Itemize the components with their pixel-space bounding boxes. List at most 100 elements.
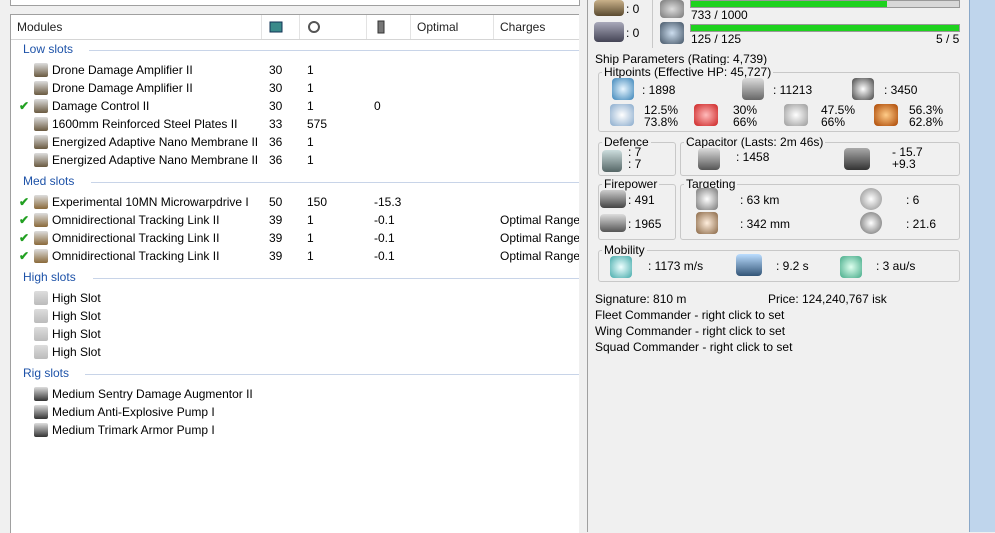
module-charge: Optimal Range S xyxy=(500,231,579,245)
module-capacitor: 0 xyxy=(374,99,381,113)
module-cpu: 36 xyxy=(269,135,283,149)
module-icon xyxy=(34,117,48,131)
warp-speed-icon xyxy=(840,256,862,278)
module-icon xyxy=(34,81,48,95)
module-row[interactable]: Energized Adaptive Nano Membrane II 36 1 xyxy=(11,133,579,151)
drone-bay-value: 733 / 1000 xyxy=(691,8,748,22)
powergrid-icon xyxy=(308,21,320,33)
turrets-value: : 0 xyxy=(626,26,640,40)
modules-list[interactable]: Modules Optimal Charges Low slots Drone … xyxy=(10,14,579,533)
bandwidth-value: 125 / 125 xyxy=(691,32,742,46)
module-row[interactable]: Medium Sentry Damage Augmentor II xyxy=(11,385,579,403)
top-panel-strip xyxy=(10,0,580,6)
module-cpu: 30 xyxy=(269,81,283,95)
col-powergrid[interactable] xyxy=(300,15,367,39)
module-name: Experimental 10MN Microwarpdrive I xyxy=(52,195,249,209)
module-powergrid: 1 xyxy=(307,135,314,149)
wing-commander[interactable]: Wing Commander - right click to set xyxy=(595,324,785,338)
active-check-icon: ✔ xyxy=(19,231,30,245)
module-charge: Optimal Range S xyxy=(500,249,579,263)
align-time-icon xyxy=(736,254,762,276)
max-targets-icon xyxy=(860,188,882,210)
module-icon xyxy=(34,249,48,263)
module-row[interactable]: ✔ Omnidirectional Tracking Link II 39 1 -0.1… xyxy=(11,247,579,265)
divider xyxy=(93,278,579,279)
module-row[interactable]: 1600mm Reinforced Steel Plates II 33 575 xyxy=(11,115,579,133)
col-optimal[interactable]: Optimal xyxy=(411,15,494,39)
launcher-hardpoint-icon xyxy=(594,0,624,16)
module-row[interactable]: High Slot xyxy=(11,289,579,307)
module-icon xyxy=(34,345,48,359)
module-row[interactable]: Energized Adaptive Nano Membrane II 36 1 xyxy=(11,151,579,169)
squad-commander[interactable]: Squad Commander - right click to set xyxy=(595,340,792,354)
hull-hp-value: : 3450 xyxy=(884,83,918,97)
firepower-value-2: : 1965 xyxy=(628,217,662,231)
active-check-icon: ✔ xyxy=(19,213,30,227)
shield-icon xyxy=(612,78,634,100)
armor-icon xyxy=(742,78,764,100)
col-modules[interactable]: Modules xyxy=(11,15,262,39)
thermal-resist-icon xyxy=(694,104,718,126)
firepower-title: Firepower xyxy=(602,177,660,191)
module-row[interactable]: Drone Damage Amplifier II 30 1 xyxy=(11,79,579,97)
defence-icon xyxy=(602,150,622,172)
module-row[interactable]: High Slot xyxy=(11,343,579,361)
module-name: High Slot xyxy=(52,327,101,341)
launchers-value: : 0 xyxy=(626,2,640,16)
module-name: 1600mm Reinforced Steel Plates II xyxy=(52,117,238,131)
module-cpu: 33 xyxy=(269,117,283,131)
module-row[interactable]: Medium Trimark Armor Pump I xyxy=(11,421,579,439)
module-name: Damage Control II xyxy=(52,99,150,113)
section-low-slots: Low slots xyxy=(23,42,74,56)
window-border-right xyxy=(969,0,995,532)
active-check-icon: ✔ xyxy=(19,99,30,113)
capacitor-value: : 1458 xyxy=(736,150,770,164)
module-powergrid: 575 xyxy=(307,117,328,131)
module-row[interactable]: ✔ Omnidirectional Tracking Link II 39 1 -0.1… xyxy=(11,229,579,247)
col-charges[interactable]: Charges xyxy=(494,15,579,39)
section-high-slots: High slots xyxy=(23,270,76,284)
module-row[interactable]: ✔ Experimental 10MN Microwarpdrive I 50 150… xyxy=(11,193,579,211)
module-icon xyxy=(34,195,48,209)
modules-header: Modules Optimal Charges xyxy=(11,15,579,40)
module-name: High Slot xyxy=(52,309,101,323)
module-name: Omnidirectional Tracking Link II xyxy=(52,213,220,227)
em-resist-value-2: 73.8% xyxy=(644,115,679,129)
drone-bay-bar xyxy=(690,0,960,8)
bandwidth-bar xyxy=(690,24,960,32)
module-row[interactable]: High Slot xyxy=(11,307,579,325)
capacitor-title: Capacitor (Lasts: 2m 46s) xyxy=(684,135,826,149)
module-name: Medium Anti-Explosive Pump I xyxy=(52,405,215,419)
align-time-value: : 9.2 s xyxy=(776,259,809,273)
hull-icon xyxy=(852,78,874,100)
section-med-slots: Med slots xyxy=(23,174,75,188)
col-cpu[interactable] xyxy=(262,15,300,39)
firepower-value-1: : 491 xyxy=(628,193,655,207)
module-cpu: 30 xyxy=(269,99,283,113)
module-row[interactable]: ✔ Damage Control II 30 1 0 xyxy=(11,97,579,115)
module-powergrid: 1 xyxy=(307,153,314,167)
module-name: High Slot xyxy=(52,291,101,305)
module-cpu: 39 xyxy=(269,249,283,263)
module-name: Drone Damage Amplifier II xyxy=(52,81,193,95)
module-row[interactable]: Drone Damage Amplifier II 30 1 xyxy=(11,61,579,79)
fleet-commander[interactable]: Fleet Commander - right click to set xyxy=(595,308,784,322)
targeting-range-icon xyxy=(696,188,718,210)
sensor-strength-icon xyxy=(860,212,882,234)
module-name: Medium Sentry Damage Augmentor II xyxy=(52,387,253,401)
module-icon xyxy=(34,213,48,227)
module-icon xyxy=(34,309,48,323)
module-capacitor: -0.1 xyxy=(374,249,395,263)
section-rig-slots: Rig slots xyxy=(23,366,70,380)
col-capacitor[interactable] xyxy=(367,15,411,39)
module-row[interactable]: ✔ Omnidirectional Tracking Link II 39 1 -0.1… xyxy=(11,211,579,229)
module-cpu: 39 xyxy=(269,213,283,227)
module-row[interactable]: Medium Anti-Explosive Pump I xyxy=(11,403,579,421)
module-name: Drone Damage Amplifier II xyxy=(52,63,193,77)
module-powergrid: 1 xyxy=(307,81,314,95)
module-capacitor: -0.1 xyxy=(374,231,395,245)
drone-damage-icon xyxy=(600,214,626,232)
module-powergrid: 1 xyxy=(307,249,314,263)
module-charge: Optimal Range S xyxy=(500,213,579,227)
module-row[interactable]: High Slot xyxy=(11,325,579,343)
